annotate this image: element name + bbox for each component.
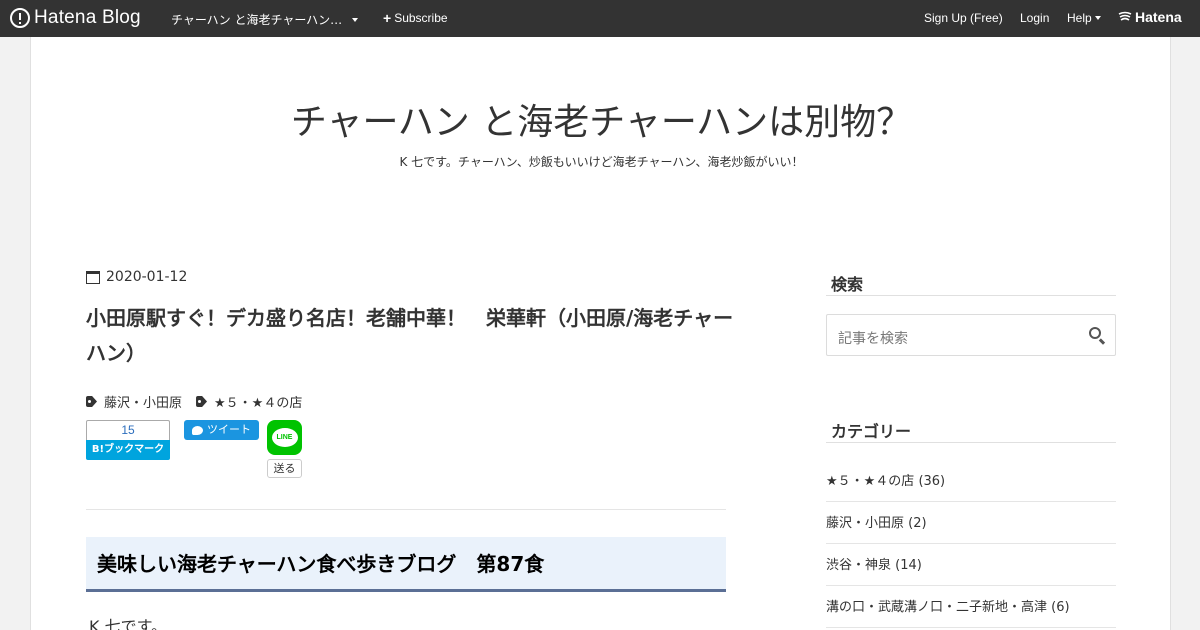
line-icon: LINE (271, 428, 298, 447)
category-label: 藤沢・小田原 (104, 396, 183, 411)
subscribe-button[interactable]: + Subscribe (383, 11, 448, 25)
search-module-title: 検索 (826, 271, 1116, 296)
category-item[interactable]: ★５・★４の店 (36) (826, 460, 1116, 502)
blog-switcher-label: チャーハン と海老チャーハン… (171, 13, 343, 27)
search-icon[interactable] (1089, 327, 1101, 339)
bookmark-count[interactable]: 15 (86, 420, 170, 440)
subscribe-label: Subscribe (394, 11, 448, 25)
category-list: ★５・★４の店 (36) 藤沢・小田原 (2) 渋谷・神泉 (14) 溝の口・武… (826, 460, 1116, 628)
search-input[interactable]: 記事を検索 (826, 314, 1116, 356)
tag-icon (86, 396, 97, 407)
blog-switcher[interactable]: チャーハン と海老チャーハン… (171, 11, 359, 28)
main-container: チャーハン と海老チャーハンは別物？ K 七です。チャーハン、炒飯もいいけど海老… (30, 37, 1171, 630)
help-label: Help (1067, 11, 1092, 25)
chevron-down-icon (352, 17, 359, 22)
article-title[interactable]: 小田原駅すぐ！デカ盛り名店！老舗中華！ 栄華軒（小田原/海老チャーハン） (86, 301, 736, 371)
blog-description: K 七です。チャーハン、炒飯もいいけど海老チャーハン、海老炒飯がいい！ (399, 155, 804, 169)
section-heading: 美味しい海老チャーハン食べ歩きブログ 第87食 (86, 537, 726, 592)
category-label: ★５・★４の店 (214, 396, 303, 411)
category-item[interactable]: 藤沢・小田原 (2) (826, 502, 1116, 544)
divider (86, 509, 726, 510)
logo-text: Hatena Blog (34, 7, 141, 28)
line-send-button[interactable]: 送る (267, 459, 302, 478)
hatena-brand-label: Hatena (1135, 9, 1182, 25)
article-date[interactable]: 2020-01-12 (86, 269, 187, 285)
category-module-title: カテゴリー (826, 418, 1116, 443)
category-link[interactable]: 藤沢・小田原 (86, 392, 182, 411)
hatena-brand-link[interactable]: Hatena (1118, 9, 1182, 25)
hatena-blog-logo[interactable]: Hatena Blog (10, 7, 141, 29)
search-placeholder: 記事を検索 (838, 331, 908, 347)
article-date-text: 2020-01-12 (106, 269, 188, 285)
global-header: Hatena Blog チャーハン と海老チャーハン… + Subscribe … (0, 0, 1200, 37)
blog-title[interactable]: チャーハン と海老チャーハンは別物？ (31, 93, 1172, 145)
category-item[interactable]: 渋谷・神泉 (14) (826, 544, 1116, 586)
hatena-logo-icon (10, 8, 30, 28)
hatena-mark-icon (1118, 11, 1132, 21)
calendar-icon (86, 270, 100, 284)
tag-icon (196, 396, 208, 407)
category-link[interactable]: ★５・★４の店 (196, 392, 302, 411)
signup-link[interactable]: Sign Up (Free) (924, 11, 1003, 25)
plus-icon: + (383, 10, 392, 26)
hatena-bookmark-button[interactable]: B!ブックマーク (86, 440, 170, 460)
article-body-text: K 七です。 (89, 617, 167, 630)
twitter-bird-icon (192, 425, 203, 435)
chevron-down-icon (1094, 16, 1101, 20)
login-link[interactable]: Login (1020, 11, 1049, 25)
tweet-label: ツイート (207, 423, 251, 436)
article-categories: 藤沢・小田原 ★５・★４の店 (86, 392, 316, 411)
line-share-button[interactable]: LINE (267, 420, 302, 455)
category-item[interactable]: 溝の口・武蔵溝ノ口・二子新地・高津 (6) (826, 586, 1116, 628)
help-menu[interactable]: Help (1067, 11, 1101, 25)
tweet-button[interactable]: ツイート (184, 420, 259, 440)
